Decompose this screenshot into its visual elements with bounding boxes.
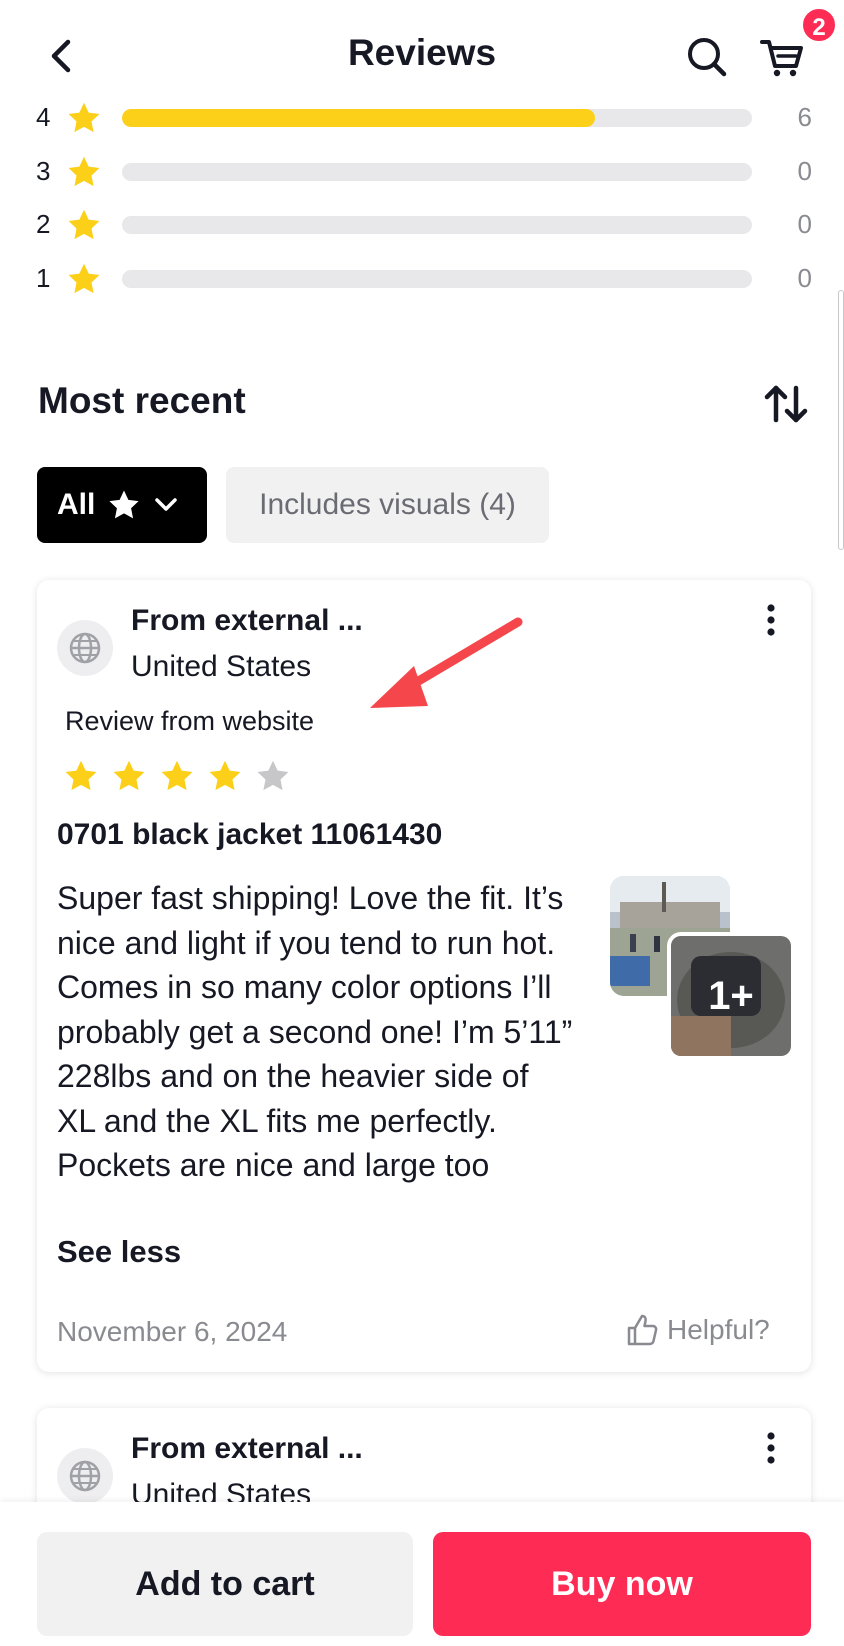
helpful-button[interactable]: Helpful?	[623, 1310, 770, 1350]
rating-count: 0	[797, 156, 812, 186]
helpful-label: Helpful?	[667, 1314, 770, 1345]
rating-bar	[122, 109, 752, 127]
cart-count-badge: 2	[800, 6, 838, 44]
rating-star-value: 2	[36, 209, 51, 239]
reviewer-name[interactable]: From external ...	[131, 1432, 363, 1466]
review-source: Review from website	[65, 706, 315, 736]
rating-row-2: 20	[0, 201, 844, 251]
avatar	[57, 1448, 113, 1504]
more-options-button[interactable]	[755, 1428, 787, 1472]
rating-row-4: 46	[0, 94, 844, 144]
star-icon	[68, 263, 100, 294]
rating-bar	[122, 163, 752, 181]
globe-icon	[69, 632, 101, 664]
add-to-cart-button[interactable]: Add to cart	[37, 1532, 413, 1636]
rating-star-value: 4	[36, 102, 51, 132]
search-icon	[688, 38, 727, 77]
globe-icon	[69, 1460, 101, 1492]
review-text: Super fast shipping! Love the fit. It’s …	[57, 880, 573, 1183]
annotation-arrow	[370, 617, 523, 708]
star-icon	[68, 102, 100, 133]
rating-star-value: 3	[36, 156, 51, 186]
more-vertical-icon	[767, 1432, 775, 1464]
rating-row-1: 10	[0, 255, 844, 305]
reviewer-country: United States	[131, 650, 312, 683]
filter-all-stars[interactable]: All	[37, 467, 207, 543]
rating-bar	[122, 270, 752, 288]
scrollbar[interactable]	[838, 290, 844, 550]
thumbs-up-icon	[627, 1314, 658, 1346]
see-less-button[interactable]: See less	[57, 1234, 181, 1270]
star-filled-icon	[113, 760, 145, 791]
star-filled-icon	[65, 760, 97, 791]
search-button[interactable]	[682, 30, 732, 82]
rating-star-value: 1	[36, 263, 51, 293]
star-filled-icon	[161, 760, 193, 791]
more-options-button[interactable]	[755, 600, 787, 644]
product-variant: 0701 black jacket 11061430	[57, 818, 443, 851]
review-photo-more[interactable]: 1+	[667, 932, 795, 1060]
star-filled-icon	[209, 760, 241, 791]
star-icon	[68, 209, 100, 240]
filter-all-label: All	[57, 488, 96, 521]
sort-button[interactable]	[762, 380, 810, 428]
sort-icon	[764, 385, 808, 423]
rating-bar	[122, 216, 752, 234]
star-empty-icon	[257, 760, 289, 791]
bottom-action-bar: Add to cart Buy now	[0, 1502, 844, 1646]
chevron-down-icon	[155, 498, 178, 511]
star-icon	[68, 156, 100, 187]
buy-now-button[interactable]: Buy now	[433, 1532, 811, 1636]
section-title: Most recent	[38, 380, 246, 421]
header: Reviews 2	[0, 0, 844, 108]
rating-row-3: 30	[0, 148, 844, 198]
cart-button[interactable]	[756, 30, 808, 82]
review-date: November 6, 2024	[57, 1316, 288, 1347]
more-photos-count: 1+	[708, 973, 754, 1018]
rating-count: 0	[797, 209, 812, 239]
avatar	[57, 620, 113, 676]
star-icon	[109, 490, 139, 519]
filter-includes-visuals[interactable]: Includes visuals (4)	[226, 467, 549, 543]
cart-icon	[760, 40, 803, 77]
rating-count: 6	[797, 102, 812, 132]
more-vertical-icon	[767, 604, 775, 636]
rating-count: 0	[797, 263, 812, 293]
star-rating	[63, 758, 291, 794]
rating-bar-fill	[122, 109, 595, 127]
reviewer-name[interactable]: From external ...	[131, 604, 363, 638]
